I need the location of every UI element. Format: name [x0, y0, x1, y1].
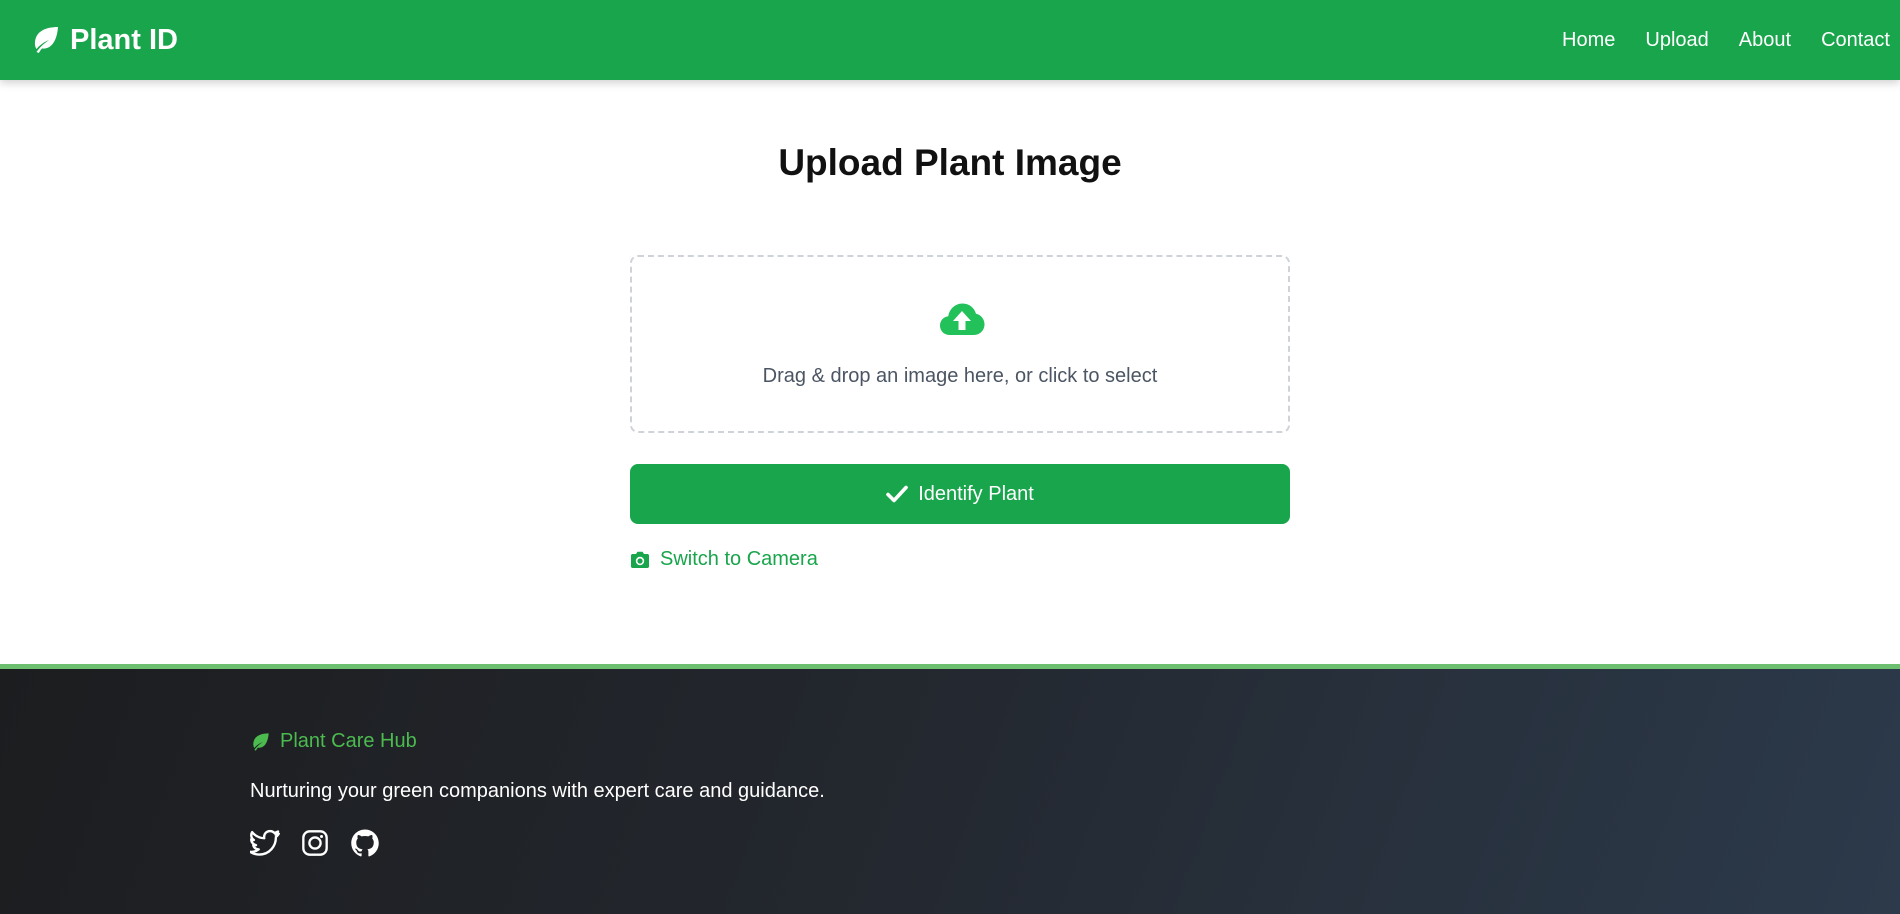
dropzone-hint: Drag & drop an image here, or click to s…	[762, 365, 1158, 387]
nav-upload-link[interactable]: Upload	[1645, 28, 1708, 52]
twitter-icon[interactable]	[250, 828, 280, 858]
identify-plant-label: Identify Plant	[918, 482, 1034, 505]
cloud-upload-icon	[939, 301, 985, 337]
footer-tagline: Nurturing your green companions with exp…	[250, 780, 825, 802]
footer-brand-name: Plant Care Hub	[280, 730, 417, 752]
instagram-icon[interactable]	[300, 828, 330, 858]
nav-contact-link[interactable]: Contact	[1821, 28, 1890, 52]
navbar: Plant ID Home Upload About Contact	[0, 0, 1900, 80]
social-links	[250, 828, 400, 858]
switch-to-camera-link[interactable]: Switch to Camera	[630, 548, 818, 571]
brand-name: Plant ID	[70, 23, 178, 56]
nav-about-link[interactable]: About	[1739, 28, 1791, 52]
camera-icon	[630, 551, 650, 569]
identify-plant-button[interactable]: Identify Plant	[630, 464, 1290, 524]
footer-brand: Plant Care Hub	[250, 730, 417, 753]
page-title: Upload Plant Image	[778, 142, 1122, 183]
github-icon[interactable]	[350, 828, 380, 858]
main-content: Upload Plant Image Drag & drop an image …	[0, 80, 1900, 664]
image-dropzone[interactable]: Drag & drop an image here, or click to s…	[630, 255, 1290, 433]
main-nav: Home Upload About Contact	[1532, 28, 1890, 52]
site-footer: Plant Care Hub Nurturing your green comp…	[0, 664, 1900, 914]
leaf-icon	[250, 732, 270, 752]
nav-home-link[interactable]: Home	[1562, 28, 1615, 52]
switch-to-camera-label: Switch to Camera	[660, 548, 818, 570]
brand-link[interactable]: Plant ID	[30, 22, 178, 58]
leaf-icon	[30, 25, 60, 55]
check-icon	[886, 484, 908, 504]
